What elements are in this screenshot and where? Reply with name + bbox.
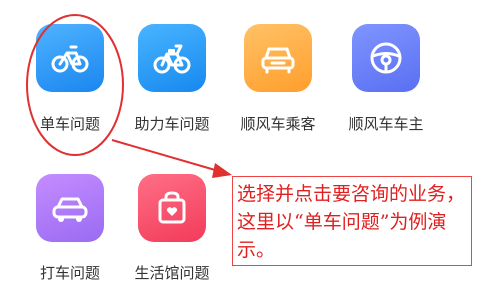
- service-label-ebike[interactable]: 助力车问题: [134, 113, 209, 134]
- service-tile-carpool-driver[interactable]: [352, 24, 420, 92]
- service-label-bike[interactable]: 单车问题: [40, 113, 100, 134]
- service-label-carpool-driver[interactable]: 顺风车车主: [348, 113, 423, 134]
- service-tile-ebike[interactable]: [138, 24, 206, 92]
- service-tile-bike[interactable]: [36, 24, 104, 92]
- annotation-arrow-head: [212, 163, 232, 178]
- bicycle-icon: [51, 45, 89, 73]
- car-icon: [261, 47, 295, 74]
- service-label-taxi[interactable]: 打车问题: [40, 262, 100, 283]
- ebike-icon: [153, 44, 191, 74]
- service-label-lifestyle[interactable]: 生活馆问题: [134, 262, 209, 283]
- steering-wheel-icon: [370, 42, 402, 74]
- service-tile-taxi[interactable]: [36, 174, 104, 242]
- annotation-arrow-line: [111, 139, 223, 173]
- annotation-text: 选择并点击要咨询的业务，这里以“单车问题”为例演示。: [237, 183, 466, 261]
- service-tile-lifestyle[interactable]: [138, 174, 206, 242]
- shopping-bag-icon: [158, 191, 186, 224]
- taxi-car-icon: [52, 197, 88, 222]
- service-label-carpool-passenger[interactable]: 顺风车乘客: [240, 113, 315, 134]
- service-tile-carpool-passenger[interactable]: [244, 24, 312, 92]
